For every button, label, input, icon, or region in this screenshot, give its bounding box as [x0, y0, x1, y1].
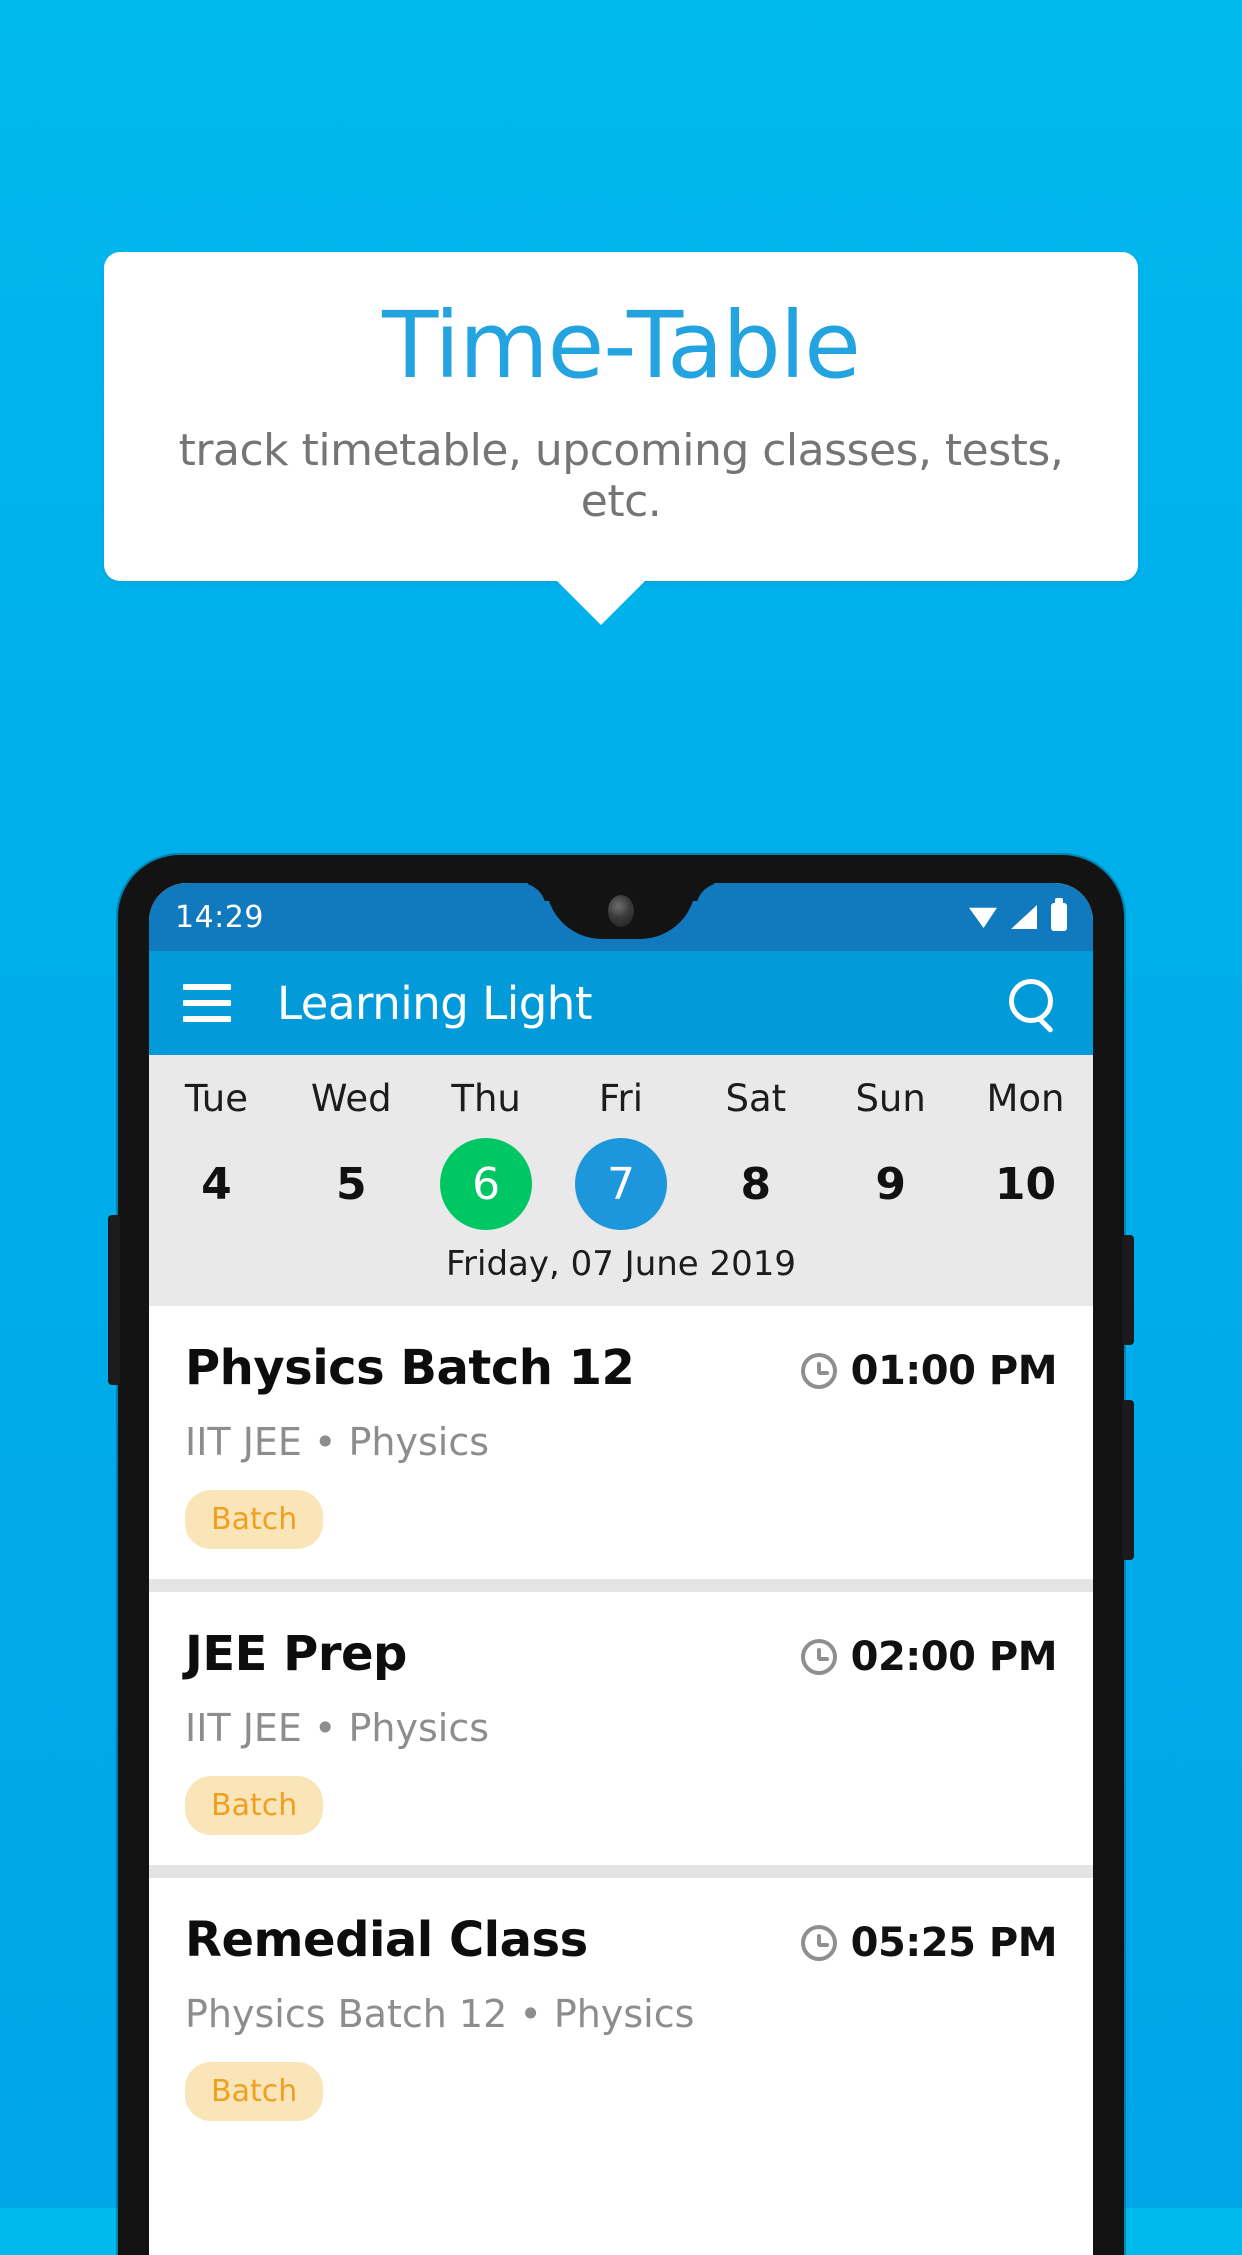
- schedule-item[interactable]: Remedial Class 05:25 PM Physics Batch 12…: [149, 1878, 1093, 2151]
- phone-side-button: [108, 1215, 120, 1385]
- class-time: 01:00 PM: [850, 1348, 1058, 1394]
- day-number: 10: [994, 1158, 1057, 1210]
- signal-icon: [1011, 905, 1037, 929]
- day-name: Sat: [725, 1077, 787, 1120]
- day-list: Tue 4 Wed 5 Thu 6 Fri 7 Sat 8 Sun 9 Mon …: [149, 1077, 1093, 1230]
- status-icons: [969, 898, 1067, 931]
- day-number-selected: 7: [574, 1138, 667, 1230]
- class-time-group: 01:00 PM: [800, 1340, 1058, 1394]
- schedule-list: Physics Batch 12 01:00 PM IIT JEE • Phys…: [149, 1306, 1093, 2151]
- day-name: Fri: [598, 1077, 643, 1120]
- class-subtitle: IIT JEE • Physics: [185, 1420, 490, 1464]
- selected-date-label: Friday, 07 June 2019: [445, 1244, 797, 1284]
- status-clock: 14:29: [175, 899, 264, 935]
- clock-icon: [800, 1925, 837, 1961]
- wifi-icon: [969, 907, 997, 928]
- front-camera: [608, 895, 634, 927]
- class-time: 05:25 PM: [850, 1920, 1058, 1966]
- promo-card: Time-Table track timetable, upcoming cla…: [104, 252, 1138, 581]
- status-badge: Batch: [185, 2062, 324, 2121]
- phone-screen: 14:29 Learning Light Tue 4 Wed 5 Thu 6 F…: [149, 883, 1093, 2255]
- schedule-item[interactable]: Physics Batch 12 01:00 PM IIT JEE • Phys…: [149, 1306, 1093, 1579]
- day-item-mon[interactable]: Mon 10: [972, 1077, 1078, 1230]
- day-name: Wed: [310, 1077, 392, 1120]
- app-bar: Learning Light: [149, 951, 1093, 1055]
- clock-icon: [800, 1639, 837, 1675]
- promo-subtitle: track timetable, upcoming classes, tests…: [178, 424, 1064, 527]
- day-item-thu[interactable]: Thu 6: [433, 1077, 539, 1230]
- promo-title: Time-Table: [382, 292, 861, 399]
- day-item-sun[interactable]: Sun 9: [838, 1077, 944, 1230]
- day-item-tue[interactable]: Tue 4: [163, 1077, 269, 1230]
- class-time: 02:00 PM: [850, 1634, 1058, 1680]
- battery-icon: [1051, 898, 1067, 931]
- promo-callout: Time-Table track timetable, upcoming cla…: [104, 252, 1138, 625]
- day-number-today: 6: [440, 1138, 533, 1230]
- day-name: Mon: [986, 1077, 1065, 1120]
- day-number: 4: [201, 1158, 232, 1210]
- day-number: 5: [335, 1158, 367, 1210]
- date-strip: Tue 4 Wed 5 Thu 6 Fri 7 Sat 8 Sun 9 Mon …: [149, 1055, 1093, 1306]
- day-number: 8: [740, 1158, 772, 1210]
- class-title: Remedial Class: [185, 1912, 588, 1968]
- class-subtitle: IIT JEE • Physics: [185, 1706, 490, 1750]
- day-name: Tue: [184, 1077, 249, 1120]
- class-title: Physics Batch 12: [185, 1340, 635, 1396]
- day-number: 9: [875, 1158, 906, 1210]
- phone-mockup: 14:29 Learning Light Tue 4 Wed 5 Thu 6 F…: [108, 855, 1134, 2255]
- class-time-group: 05:25 PM: [800, 1912, 1058, 1966]
- phone-volume-button: [1122, 1235, 1134, 1345]
- phone-notch: [546, 883, 696, 939]
- status-bar: 14:29: [149, 883, 1093, 951]
- day-item-wed[interactable]: Wed 5: [298, 1077, 404, 1230]
- callout-tail: [557, 580, 645, 625]
- status-badge: Batch: [185, 1776, 324, 1835]
- schedule-item[interactable]: JEE Prep 02:00 PM IIT JEE • Physics Batc…: [149, 1592, 1093, 1865]
- phone-power-button: [1122, 1400, 1134, 1560]
- clock-icon: [800, 1353, 837, 1389]
- day-item-fri[interactable]: Fri 7: [568, 1077, 674, 1230]
- class-subtitle: Physics Batch 12 • Physics: [185, 1992, 695, 2036]
- day-name: Thu: [451, 1077, 521, 1120]
- hamburger-menu-icon[interactable]: [183, 984, 231, 1022]
- class-time-group: 02:00 PM: [800, 1626, 1058, 1680]
- status-badge: Batch: [185, 1490, 324, 1549]
- class-title: JEE Prep: [185, 1626, 407, 1682]
- search-icon[interactable]: [1007, 977, 1059, 1029]
- day-item-sat[interactable]: Sat 8: [703, 1077, 809, 1230]
- app-title: Learning Light: [277, 976, 592, 1030]
- day-name: Sun: [855, 1077, 926, 1120]
